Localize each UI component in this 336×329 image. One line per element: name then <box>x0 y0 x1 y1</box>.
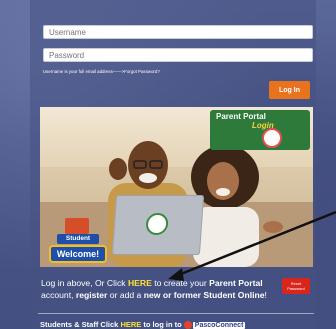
pointer-arrow-icon <box>168 210 336 281</box>
